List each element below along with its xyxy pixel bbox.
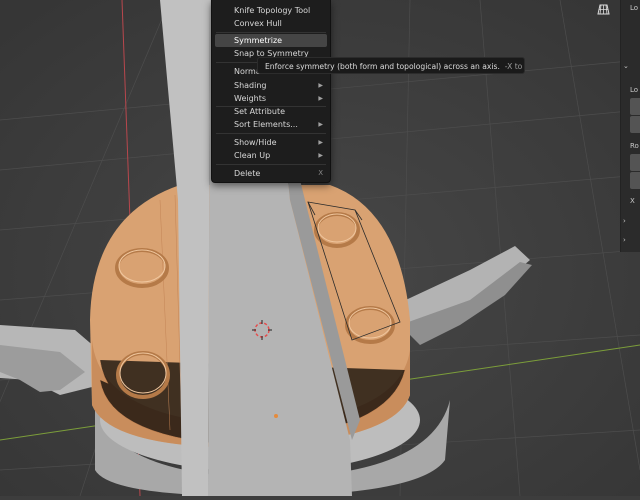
menu-item-set-attribute[interactable]: Set Attribute (215, 105, 327, 118)
submenu-arrow-icon: ▶ (318, 152, 323, 159)
menu-item-label: Convex Hull (234, 19, 282, 28)
tooltip-axis: -X to +X (504, 62, 524, 71)
menu-item-weights[interactable]: Weights ▶ (215, 92, 327, 105)
rotation-field[interactable] (630, 154, 640, 171)
tooltip-text: Enforce symmetry (both form and topologi… (265, 62, 500, 71)
menu-separator (216, 164, 326, 165)
location-field[interactable] (630, 98, 640, 115)
menu-item-label: Show/Hide (234, 138, 277, 147)
menu-item-clean-up[interactable]: Clean Up ▶ (215, 149, 327, 162)
menu-item-label: Delete (234, 169, 261, 178)
location-label-2: Lo (630, 86, 639, 94)
menu-item-label: Weights (234, 94, 267, 103)
context-menu: Knife Topology Tool Convex Hull Symmetri… (211, 0, 331, 183)
rotation-label: Ro (630, 142, 639, 150)
symmetrize-tooltip: Enforce symmetry (both form and topologi… (257, 57, 525, 74)
submenu-arrow-icon: ▶ (318, 82, 323, 89)
submenu-arrow-icon: ▶ (318, 121, 323, 128)
rotation-field-2[interactable] (630, 172, 640, 189)
menu-item-show-hide[interactable]: Show/Hide ▶ (215, 136, 327, 149)
menu-item-label: Symmetrize (234, 36, 283, 45)
location-label: Lo (630, 4, 639, 12)
menu-item-label: Shading (234, 81, 267, 90)
expand-arrow-icon-2[interactable]: › (623, 236, 626, 244)
location-field-2[interactable] (630, 116, 640, 133)
menu-item-label: Clean Up (234, 151, 271, 160)
delete-shortcut: X (318, 169, 323, 177)
menu-item-label: Sort Elements... (234, 120, 298, 129)
axis-label: X (630, 197, 635, 205)
submenu-arrow-icon: ▶ (318, 95, 323, 102)
menu-separator (216, 133, 326, 134)
menu-item-shading[interactable]: Shading ▶ (215, 79, 327, 92)
submenu-arrow-icon: ▶ (318, 139, 323, 146)
menu-item-label: Set Attribute (234, 107, 286, 116)
grid-view-icon[interactable] (595, 1, 612, 18)
menu-item-sort-elements[interactable]: Sort Elements... ▶ (215, 118, 327, 131)
menu-item-knife-topology[interactable]: Knife Topology Tool (215, 4, 327, 17)
collapse-arrow-icon[interactable]: ⌄ (623, 62, 629, 70)
menu-item-symmetrize[interactable]: Symmetrize (215, 34, 327, 47)
menu-item-label: Knife Topology Tool (234, 6, 311, 15)
sidebar-panel: Lo ⌄ Lo Ro X › › (620, 0, 640, 252)
menu-item-delete[interactable]: Delete X (215, 167, 327, 180)
origin-dot-icon (274, 414, 278, 418)
expand-arrow-icon[interactable]: › (623, 217, 626, 225)
menu-item-convex-hull[interactable]: Convex Hull (215, 17, 327, 30)
menu-separator (216, 32, 326, 33)
